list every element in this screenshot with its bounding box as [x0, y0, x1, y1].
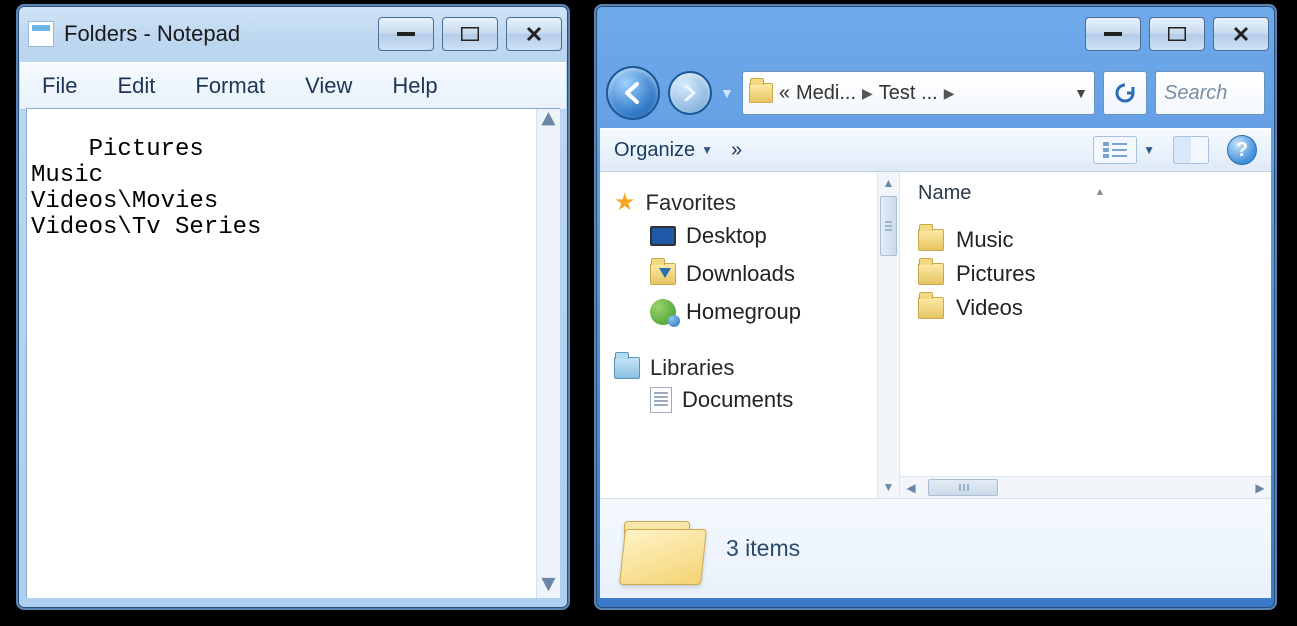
scroll-up-icon[interactable]: ▲	[537, 109, 560, 133]
navigation-row: ▼ « Medi... ▶ Test ... ▶ ▼ Search	[596, 62, 1275, 128]
search-input[interactable]: Search	[1155, 71, 1265, 115]
maximize-button[interactable]	[442, 17, 498, 51]
caption-buttons	[1085, 17, 1269, 51]
search-placeholder: Search	[1164, 82, 1227, 105]
list-item[interactable]: Videos	[918, 291, 1253, 325]
nav-favorites[interactable]: ★ Favorites	[614, 188, 895, 217]
minimize-button[interactable]	[378, 17, 434, 51]
scrollbar-vertical[interactable]: ▲ ▼	[536, 109, 560, 598]
command-bar: Organize ▼ » ▼ ?	[600, 128, 1271, 172]
list-item[interactable]: Music	[918, 223, 1253, 257]
chevron-down-icon[interactable]: ▼	[1143, 143, 1155, 157]
menu-help[interactable]: Help	[374, 69, 455, 103]
recent-pages-dropdown-icon[interactable]: ▼	[720, 85, 734, 101]
scrollbar-thumb[interactable]	[928, 479, 998, 496]
scroll-left-icon[interactable]: ◀	[900, 481, 922, 495]
list-pane: Name ▴ Music Pictures Videos ◀	[900, 172, 1271, 498]
horizontal-scrollbar[interactable]: ◀ ▶	[900, 476, 1271, 498]
back-button[interactable]	[606, 66, 660, 120]
nav-label: Libraries	[650, 355, 734, 381]
navigation-pane: ★ Favorites Desktop Downloads Homegroup	[600, 172, 900, 498]
nav-label: Favorites	[646, 190, 736, 216]
chevron-right-icon[interactable]: ▶	[862, 85, 873, 102]
scroll-down-icon[interactable]: ▼	[537, 574, 560, 598]
item-label: Videos	[956, 295, 1023, 321]
address-bar[interactable]: « Medi... ▶ Test ... ▶ ▼	[742, 71, 1095, 115]
help-button[interactable]: ?	[1227, 135, 1257, 165]
chevron-down-icon[interactable]: ▼	[1074, 85, 1088, 101]
document-icon	[650, 387, 672, 413]
scroll-right-icon[interactable]: ▶	[1249, 481, 1271, 495]
nav-label: Homegroup	[686, 299, 801, 325]
refresh-button[interactable]	[1103, 71, 1147, 115]
chevron-down-icon: ▼	[701, 143, 713, 157]
close-button[interactable]	[506, 17, 562, 51]
downloads-icon	[650, 263, 676, 285]
details-pane: 3 items	[600, 498, 1271, 598]
nav-downloads[interactable]: Downloads	[650, 255, 895, 293]
nav-homegroup[interactable]: Homegroup	[650, 293, 895, 331]
notepad-window: Folders - Notepad File Edit Format View …	[16, 4, 570, 610]
text-area[interactable]: Pictures Music Videos\Movies Videos\Tv S…	[26, 108, 560, 598]
folder-icon	[749, 83, 773, 103]
column-header-name[interactable]: Name ▴	[900, 172, 1271, 215]
folder-icon	[918, 297, 944, 319]
menu-bar: File Edit Format View Help	[20, 62, 566, 110]
homegroup-icon	[650, 299, 676, 325]
organize-label: Organize	[614, 139, 695, 162]
scroll-up-icon[interactable]: ▲	[878, 172, 899, 194]
notepad-icon	[28, 21, 54, 47]
breadcrumb-segment[interactable]: Medi...	[796, 82, 856, 105]
organize-menu[interactable]: Organize ▼	[614, 139, 713, 162]
nav-scrollbar[interactable]: ▲ ▼	[877, 172, 899, 498]
sort-indicator-icon: ▴	[1097, 184, 1103, 198]
menu-file[interactable]: File	[24, 69, 95, 103]
folder-icon	[620, 511, 706, 587]
nav-libraries[interactable]: Libraries	[614, 355, 895, 381]
libraries-icon	[614, 357, 640, 379]
overflow-menu[interactable]: »	[731, 139, 742, 162]
maximize-button[interactable]	[1149, 17, 1205, 51]
nav-desktop[interactable]: Desktop	[650, 217, 895, 255]
nav-label: Documents	[682, 387, 793, 413]
view-button[interactable]	[1093, 136, 1137, 164]
menu-view[interactable]: View	[287, 69, 370, 103]
folder-icon	[918, 229, 944, 251]
desktop-icon	[650, 226, 676, 246]
item-label: Music	[956, 227, 1013, 253]
folder-icon	[918, 263, 944, 285]
nav-documents[interactable]: Documents	[650, 381, 895, 419]
menu-edit[interactable]: Edit	[99, 69, 173, 103]
item-count: 3 items	[726, 535, 800, 562]
forward-button[interactable]	[668, 71, 712, 115]
text-content: Pictures Music Videos\Movies Videos\Tv S…	[31, 136, 261, 241]
close-button[interactable]	[1213, 17, 1269, 51]
explorer-body: ★ Favorites Desktop Downloads Homegroup	[600, 172, 1271, 498]
explorer-window: ▼ « Medi... ▶ Test ... ▶ ▼ Search Organi…	[594, 4, 1277, 610]
minimize-button[interactable]	[1085, 17, 1141, 51]
titlebar[interactable]	[596, 6, 1275, 62]
scroll-down-icon[interactable]: ▼	[878, 476, 899, 498]
chevron-right-icon[interactable]: ▶	[944, 85, 955, 102]
caption-buttons	[378, 17, 562, 51]
nav-label: Desktop	[686, 223, 767, 249]
breadcrumb-chevron: «	[779, 82, 790, 105]
star-icon: ★	[614, 188, 636, 217]
breadcrumb-segment[interactable]: Test ...	[879, 82, 938, 105]
preview-pane-button[interactable]	[1173, 136, 1209, 164]
menu-format[interactable]: Format	[177, 69, 283, 103]
titlebar[interactable]: Folders - Notepad	[18, 6, 568, 62]
item-label: Pictures	[956, 261, 1035, 287]
window-title: Folders - Notepad	[64, 21, 378, 47]
column-header-label: Name	[918, 182, 971, 204]
nav-label: Downloads	[686, 261, 795, 287]
scrollbar-thumb[interactable]	[880, 196, 897, 256]
list-item[interactable]: Pictures	[918, 257, 1253, 291]
